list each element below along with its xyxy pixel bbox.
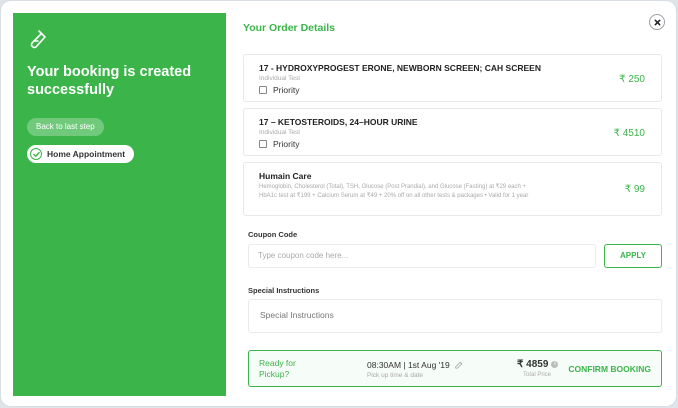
confirm-booking-button[interactable]: CONFIRM BOOKING	[568, 364, 651, 374]
edit-icon[interactable]	[455, 361, 463, 369]
special-instructions-field[interactable]: Special Instructions	[248, 299, 662, 333]
priority-label: Priority	[273, 139, 300, 149]
info-icon[interactable]: i	[551, 361, 559, 368]
item-price: ₹ 250	[619, 74, 645, 85]
priority-checkbox[interactable]: Priority	[259, 85, 299, 95]
home-appointment-label: Home Appointment	[47, 149, 126, 159]
pickup-time: 08:30AM | 1st Aug '19	[367, 360, 463, 370]
booking-footer: Ready for Pickup? 08:30AM | 1st Aug '19 …	[248, 350, 662, 387]
item-price: ₹ 99	[624, 184, 645, 195]
item-type: Individual Test	[259, 129, 301, 136]
special-instructions-label: Special Instructions	[248, 286, 320, 295]
checkbox-icon	[259, 86, 267, 94]
checkbox-icon	[259, 140, 267, 148]
coupon-input[interactable]: Type coupon code here...	[248, 244, 596, 268]
check-circle-icon	[30, 148, 42, 160]
priority-label: Priority	[273, 85, 300, 95]
total-price: ₹ 4859 i	[517, 359, 559, 370]
apply-coupon-button[interactable]: APPLY	[604, 244, 662, 268]
close-icon	[654, 19, 660, 25]
test-tube-icon	[30, 30, 46, 49]
ready-for-pickup-label: Ready for Pickup?	[259, 358, 296, 379]
home-appointment-badge[interactable]: Home Appointment	[27, 145, 135, 163]
pickup-time-value: 08:30AM | 1st Aug '19	[367, 360, 450, 370]
success-headline: Your booking is created successfully	[27, 64, 192, 98]
close-button[interactable]	[649, 14, 665, 30]
booking-modal: Your booking is created successfully Bac…	[1, 1, 676, 406]
total-price-caption: Total Price	[523, 372, 552, 378]
total-price-value: ₹ 4859	[517, 359, 549, 370]
order-item: 17 – KETOSTEROIDS, 24–HOUR URINE Individ…	[243, 108, 662, 156]
back-to-last-step-button[interactable]: Back to last step	[27, 118, 104, 136]
item-price: ₹ 4510	[613, 128, 645, 139]
item-name: 17 - HYDROXYPROGEST ERONE, NEWBORN SCREE…	[259, 63, 541, 73]
item-name: Humain Care	[259, 171, 312, 181]
success-panel: Your booking is created successfully Bac…	[13, 13, 226, 396]
coupon-label: Coupon Code	[248, 230, 298, 239]
pickup-time-caption: Pick up time & date	[367, 372, 423, 379]
item-description: Hemoglobin, Cholesterol (Total), TSH, Gl…	[259, 184, 529, 199]
order-item: 17 - HYDROXYPROGEST ERONE, NEWBORN SCREE…	[243, 54, 662, 102]
priority-checkbox[interactable]: Priority	[259, 139, 299, 149]
order-details-title: Your Order Details	[243, 22, 335, 34]
item-type: Individual Test	[259, 75, 301, 82]
item-name: 17 – KETOSTEROIDS, 24–HOUR URINE	[259, 117, 418, 127]
order-item: Humain Care Hemoglobin, Cholesterol (Tot…	[243, 162, 662, 216]
